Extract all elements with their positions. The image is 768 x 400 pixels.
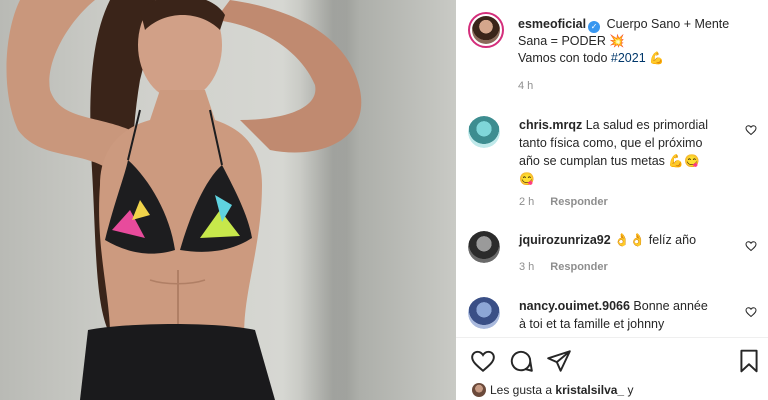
author-avatar[interactable]	[468, 12, 504, 48]
caption-emoji: 💪	[649, 51, 665, 65]
comment-text-line-1: 👌👌 felíz año	[614, 233, 697, 247]
share-icon[interactable]	[546, 348, 572, 374]
caption-line-1: Cuerpo Sano + Mente	[606, 17, 730, 31]
photo-illustration	[6, 0, 362, 400]
liker-avatar[interactable]	[472, 383, 486, 397]
comment-time: 2 h	[519, 196, 535, 208]
comment-text-line-2: tanto física como, que el próximo	[519, 136, 703, 150]
commenter-avatar[interactable]	[468, 297, 500, 329]
post-actions-bar	[456, 338, 768, 382]
comment-meta: 3 h Responder	[519, 261, 608, 273]
commenter-username[interactable]: jquirozunriza92	[519, 233, 611, 247]
comment-text-line-1: Bonne année	[633, 299, 708, 313]
commenter-username[interactable]: chris.mrqz	[519, 118, 582, 132]
commenter-username[interactable]: nancy.ouimet.9066	[519, 299, 630, 313]
caption-line-3: Vamos con todo	[518, 51, 608, 65]
caption-line-2: Sana = PODER 💥	[518, 34, 625, 48]
comment-meta: 2 h Responder	[519, 196, 608, 208]
caption-hashtag[interactable]: #2021	[611, 51, 646, 65]
liker-username[interactable]: kristalsilva_	[555, 383, 624, 397]
likes-suffix: y	[627, 383, 634, 397]
likes-summary: Les gusta a kristalsilva_ y	[472, 382, 633, 398]
comment-text-line-1: La salud es primordial	[585, 118, 708, 132]
post-side-panel: esmeoficial ✓ Cuerpo Sano + Mente Sana = …	[456, 0, 768, 400]
commenter-avatar[interactable]	[468, 116, 500, 148]
comment-like-heart-icon[interactable]	[745, 240, 757, 252]
comment-time: 3 h	[519, 261, 535, 273]
verified-badge-icon: ✓	[588, 21, 601, 33]
comment-like-heart-icon[interactable]	[745, 306, 757, 318]
post-photo[interactable]	[0, 0, 456, 400]
comment-text-line-3: año se cumplan tus metas 💪😋	[519, 154, 700, 168]
comment-like-heart-icon[interactable]	[745, 124, 757, 136]
reply-button[interactable]: Responder	[550, 261, 607, 273]
comment-icon[interactable]	[508, 348, 534, 374]
post-time: 4 h	[518, 80, 534, 92]
author-username[interactable]: esmeoficial	[518, 17, 586, 31]
reply-button[interactable]: Responder	[550, 196, 607, 208]
likes-prefix: Les gusta a	[490, 383, 553, 397]
heart-icon[interactable]	[470, 348, 496, 374]
comment-text-line-4: 😋	[519, 172, 535, 186]
comment-text-line-2: à toi et ta famille et johnny	[519, 317, 665, 331]
commenter-avatar[interactable]	[468, 231, 500, 263]
bookmark-icon[interactable]	[736, 348, 762, 374]
